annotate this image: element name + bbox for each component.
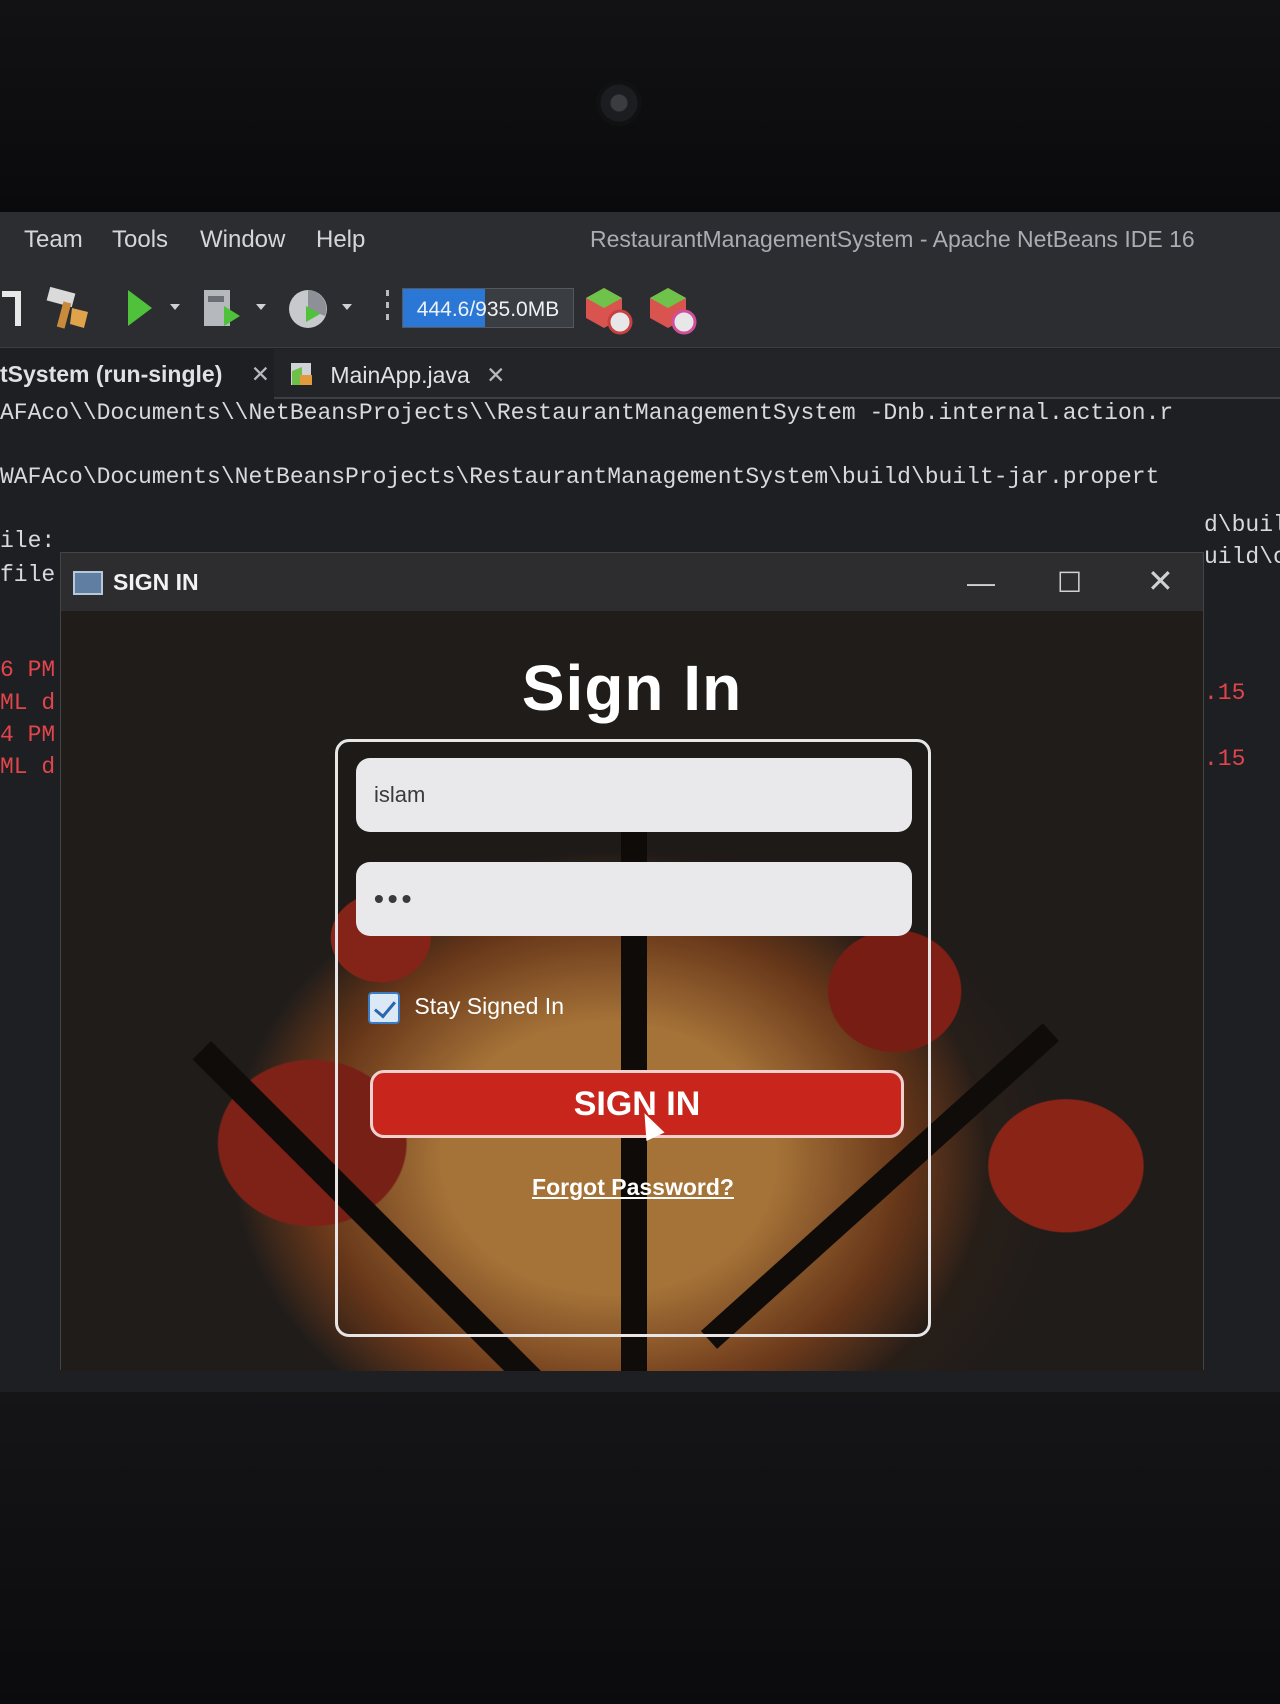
console-error-line: 6 PM: [0, 657, 56, 683]
laptop-bezel: [0, 0, 1280, 212]
run-icon[interactable]: [124, 286, 154, 330]
toolbar: 444.6/935.0MB: [0, 268, 1280, 348]
profile-dropdown-icon[interactable]: [340, 286, 354, 330]
clean-build-icon[interactable]: [44, 286, 92, 332]
forgot-password-link[interactable]: Forgot Password?: [338, 1174, 928, 1201]
debug-icon[interactable]: [200, 286, 244, 332]
memory-usage-label: 444.6/935.0MB: [416, 298, 560, 321]
sign-in-button[interactable]: SIGN IN: [370, 1070, 904, 1138]
console-line: WAFAco\Documents\NetBeansProjects\Restau…: [0, 464, 1160, 490]
sign-in-heading: Sign In: [521, 652, 743, 724]
username-field[interactable]: [356, 758, 912, 832]
editor-tab-bar: tSystem (run-single) ✕ MainApp.java ✕: [0, 349, 1280, 399]
menu-window[interactable]: Window: [200, 226, 285, 254]
gc-icon[interactable]: [584, 286, 634, 336]
console-error-line: .15: [1204, 680, 1246, 706]
console-line: d\buil: [1204, 512, 1280, 538]
stay-signed-in-label: Stay Signed In: [414, 993, 564, 1020]
sign-in-form: Stay Signed In SIGN IN Forgot Password?: [335, 739, 931, 1337]
webcam: [596, 80, 642, 126]
java-file-icon: [291, 363, 312, 385]
minimize-button[interactable]: —: [967, 563, 995, 603]
console-line: AFAco\\Documents\\NetBeansProjects\\Rest…: [0, 400, 1174, 426]
console-line: uild\c: [1204, 544, 1280, 570]
console-error-line: 4 PM: [0, 722, 56, 748]
console-line: file: [0, 562, 56, 588]
console-error-line: ML d: [0, 754, 56, 780]
screen-bottom: [0, 1392, 1280, 1704]
menu-help[interactable]: Help: [316, 226, 365, 254]
tab-mainapp-label: MainApp.java: [330, 362, 470, 388]
tab-run-single-label: tSystem (run-single): [0, 361, 223, 387]
tab-run-single[interactable]: tSystem (run-single) ✕: [0, 349, 274, 399]
sign-in-titlebar[interactable]: SIGN IN — ☐ ✕: [61, 553, 1203, 611]
sign-in-window: SIGN IN — ☐ ✕ Sign In Stay Signed In SIG…: [60, 552, 1204, 1371]
console-error-line: ML d: [0, 690, 56, 716]
profiler-snapshot-icon[interactable]: [648, 286, 698, 336]
ide-window-title: RestaurantManagementSystem - Apache NetB…: [590, 226, 1195, 252]
password-field[interactable]: [356, 862, 912, 936]
undo-icon[interactable]: [0, 286, 22, 330]
run-dropdown-icon[interactable]: [168, 286, 182, 330]
java-app-icon: [73, 571, 103, 595]
menu-tools[interactable]: Tools: [112, 226, 168, 254]
console-line: ile:: [0, 528, 56, 554]
menu-bar: Team Tools Window Help RestaurantManagem…: [0, 212, 1280, 268]
maximize-button[interactable]: ☐: [1057, 563, 1082, 603]
close-button[interactable]: ✕: [1147, 561, 1174, 601]
tab-close-icon[interactable]: ✕: [486, 362, 505, 388]
sign-in-window-title: SIGN IN: [113, 569, 199, 595]
memory-usage-indicator[interactable]: 444.6/935.0MB: [402, 288, 574, 328]
menu-team[interactable]: Team: [24, 226, 83, 254]
tab-mainapp-java[interactable]: MainApp.java ✕: [288, 349, 519, 399]
debug-dropdown-icon[interactable]: [254, 286, 268, 330]
console-error-line: .15: [1204, 746, 1246, 772]
stay-signed-in[interactable]: Stay Signed In: [368, 992, 564, 1024]
pizza-background: Sign In Stay Signed In SIGN IN Forgot Pa…: [61, 611, 1203, 1371]
toolbar-separator-icon: [386, 290, 389, 320]
stay-signed-in-checkbox[interactable]: [368, 992, 400, 1024]
tab-close-icon[interactable]: ✕: [251, 361, 270, 387]
profile-icon[interactable]: [286, 286, 330, 332]
